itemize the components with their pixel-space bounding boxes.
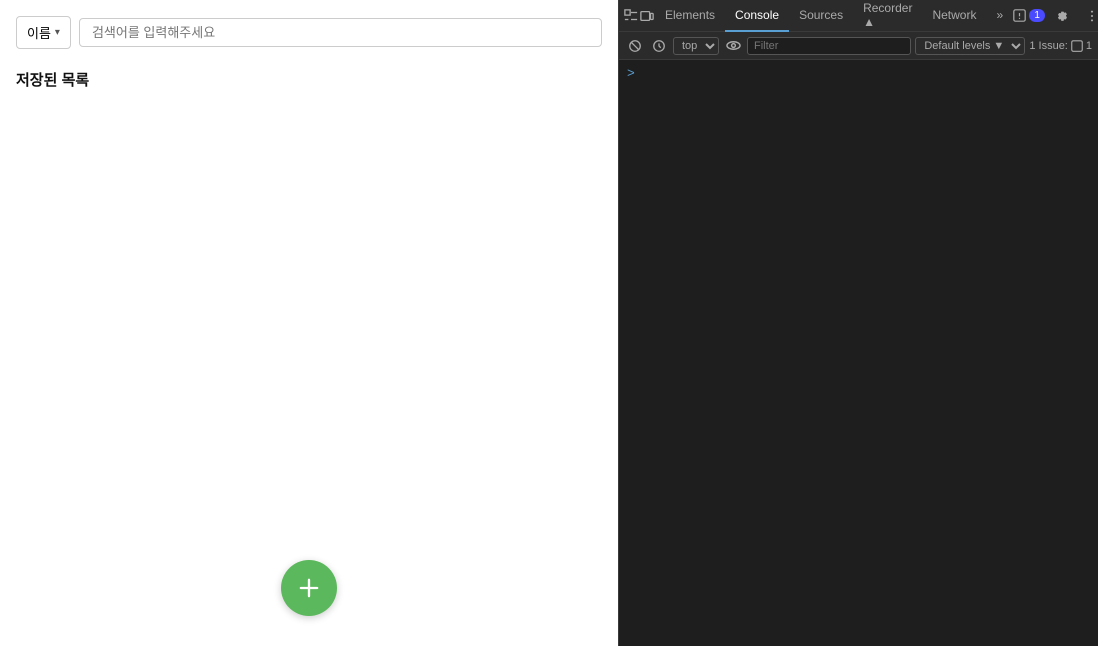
chevron-down-icon: ▾ [55,27,60,38]
app-panel: 이름 ▾ 저장된 목록 [0,0,618,646]
issues-badge[interactable]: 1 [1013,9,1045,22]
tab-console[interactable]: Console [725,0,789,32]
issue-label: 1 Issue: [1029,40,1068,52]
devtools-panel: Elements Console Sources Recorder ▲ Netw… [618,0,1098,646]
clear-console-icon[interactable] [625,36,645,56]
section-title: 저장된 목록 [16,69,602,90]
tab-network[interactable]: Network [922,0,986,32]
name-dropdown[interactable]: 이름 ▾ [16,16,71,49]
plus-icon [295,574,323,602]
tab-recorder[interactable]: Recorder ▲ [853,0,922,32]
settings-icon[interactable] [1050,4,1074,28]
filter-input[interactable] [747,37,911,55]
tab-more[interactable]: » [986,0,1013,32]
more-options-icon[interactable] [1080,4,1098,28]
log-levels-selector[interactable]: Default levels ▼ [915,37,1025,55]
add-button[interactable] [281,560,337,616]
devtools-topbar: Elements Console Sources Recorder ▲ Netw… [619,0,1098,32]
tab-sources[interactable]: Sources [789,0,853,32]
devtools-toolbar: top Default levels ▼ 1 Issue: 1 [619,32,1098,60]
issue-badge[interactable]: 1 Issue: 1 [1029,40,1092,52]
search-input[interactable] [79,18,602,47]
tab-elements[interactable]: Elements [655,0,725,32]
devtools-right-icons: 1 [1013,4,1098,28]
device-toggle-icon[interactable] [640,4,654,28]
dropdown-label: 이름 [27,23,51,42]
devtools-tabs: Elements Console Sources Recorder ▲ Netw… [655,0,1013,32]
preserve-log-icon[interactable] [649,36,669,56]
devtools-console: > [619,60,1098,646]
context-selector[interactable]: top [673,37,719,55]
inspect-icon[interactable] [624,4,638,28]
issue-count: 1 [1086,40,1092,52]
search-row: 이름 ▾ [16,16,602,49]
issues-count: 1 [1029,9,1045,22]
eye-icon[interactable] [723,36,743,56]
console-caret: > [627,66,635,81]
